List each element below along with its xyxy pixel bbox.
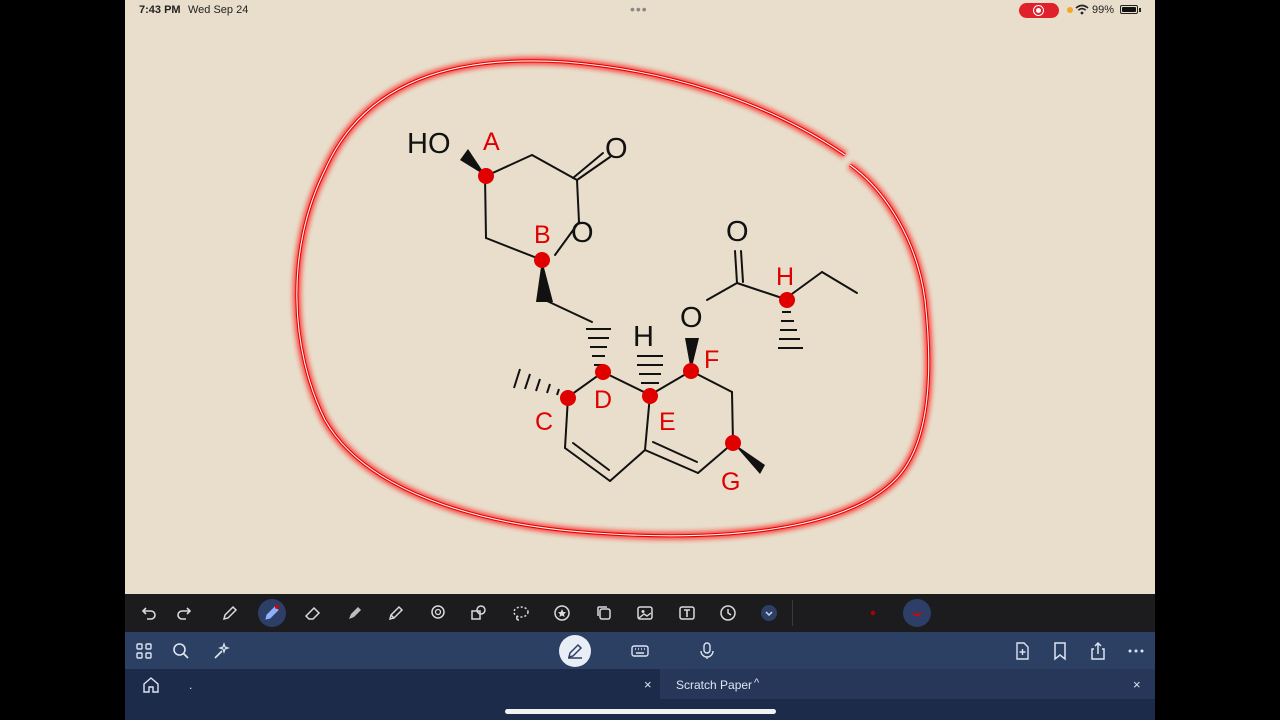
tab-first-label[interactable]: . xyxy=(189,678,192,692)
stereocenter-label-b: B xyxy=(534,221,551,249)
pencil-icon[interactable] xyxy=(382,599,410,627)
screen-recording-indicator[interactable] xyxy=(1019,3,1059,18)
drawing-toolbar xyxy=(125,594,1155,632)
color-swatch-red[interactable] xyxy=(859,599,887,627)
share-icon[interactable] xyxy=(1084,637,1112,665)
shapes-icon[interactable] xyxy=(465,599,493,627)
sticker-icon[interactable] xyxy=(548,599,576,627)
stereocenter-label-c: C xyxy=(535,408,553,436)
chevron-down-icon[interactable] xyxy=(755,599,783,627)
stereocenter-label-e: E xyxy=(659,408,676,436)
status-time: 7:43 PM xyxy=(139,4,181,16)
chevron-up-icon[interactable]: ^ xyxy=(754,677,759,689)
home-icon[interactable] xyxy=(137,671,165,699)
ipad-screen: 7:43 PM Wed Sep 24 ••• 99% HO O O O O H … xyxy=(125,0,1155,720)
wifi-icon xyxy=(1075,4,1089,18)
undo-icon[interactable] xyxy=(134,599,162,627)
bookmark-icon[interactable] xyxy=(1046,637,1074,665)
copy-icon[interactable] xyxy=(590,599,618,627)
lasso-icon[interactable] xyxy=(424,599,452,627)
pencil-icon[interactable] xyxy=(559,635,591,667)
tab-scratch-paper-label[interactable]: Scratch Paper xyxy=(676,678,752,692)
stereocenter-label-g: G xyxy=(721,468,740,496)
stereocenter-dot xyxy=(595,364,611,380)
battery-icon xyxy=(1120,5,1138,14)
more-icon[interactable] xyxy=(1122,637,1150,665)
notes-navbar xyxy=(125,632,1155,669)
carbonyl-oxygen-label: O xyxy=(605,133,628,165)
stereocenter-dot xyxy=(534,252,550,268)
record-dot xyxy=(1036,8,1041,13)
drawing-canvas[interactable]: HO O O O O H A B C D E F G H xyxy=(125,22,1155,594)
redo-icon[interactable] xyxy=(171,599,199,627)
stereocenter-dot xyxy=(478,168,494,184)
stereocenter-dot xyxy=(560,390,576,406)
search-icon[interactable] xyxy=(167,637,195,665)
battery-fill xyxy=(1122,7,1136,12)
tab-scratch-paper-close-icon[interactable]: × xyxy=(1133,677,1141,692)
battery-percentage: 99% xyxy=(1092,4,1115,16)
stereocenter-label-h: H xyxy=(776,263,794,291)
pen-icon[interactable] xyxy=(258,599,286,627)
image-icon[interactable] xyxy=(631,599,659,627)
mic-in-use-dot xyxy=(1067,7,1073,13)
status-bar: 7:43 PM Wed Sep 24 ••• 99% xyxy=(125,0,1155,22)
pen-icon[interactable] xyxy=(216,599,244,627)
stereocenter-label-a: A xyxy=(483,128,500,156)
stereocenter-label-f: F xyxy=(704,346,719,374)
stereocenter-dot xyxy=(683,363,699,379)
stereocenter-dot xyxy=(725,435,741,451)
hydrogen-label: H xyxy=(633,321,654,353)
ester-oxygen-label: O xyxy=(680,302,703,334)
stereo-bonds xyxy=(460,149,803,474)
add-page-icon[interactable] xyxy=(1008,637,1036,665)
keyboard-icon[interactable] xyxy=(626,637,654,665)
home-indicator[interactable] xyxy=(505,709,776,714)
text-icon[interactable] xyxy=(673,599,701,627)
highlighter-icon[interactable] xyxy=(341,599,369,627)
stereocenter-dot xyxy=(642,388,658,404)
tab-first-close-icon[interactable]: × xyxy=(644,677,652,692)
lasso-icon[interactable] xyxy=(507,599,535,627)
grid-icon[interactable] xyxy=(130,637,158,665)
hydroxyl-label: HO xyxy=(407,128,451,160)
battery-nub xyxy=(1139,8,1141,12)
toolbar-divider xyxy=(792,600,793,626)
multitasking-dots-icon[interactable]: ••• xyxy=(630,1,648,17)
stereocenter-markers xyxy=(478,168,795,451)
mic-icon[interactable] xyxy=(693,637,721,665)
status-date: Wed Sep 24 xyxy=(188,4,249,16)
stereocenter-dot xyxy=(779,292,795,308)
ring-oxygen-label: O xyxy=(571,217,594,249)
ester-carbonyl-oxygen-label: O xyxy=(726,216,749,248)
stereocenter-label-d: D xyxy=(594,386,612,414)
sparkle-icon[interactable] xyxy=(207,637,235,665)
color-swatch-selected[interactable] xyxy=(903,599,931,627)
eraser-icon[interactable] xyxy=(299,599,327,627)
clock-icon[interactable] xyxy=(714,599,742,627)
